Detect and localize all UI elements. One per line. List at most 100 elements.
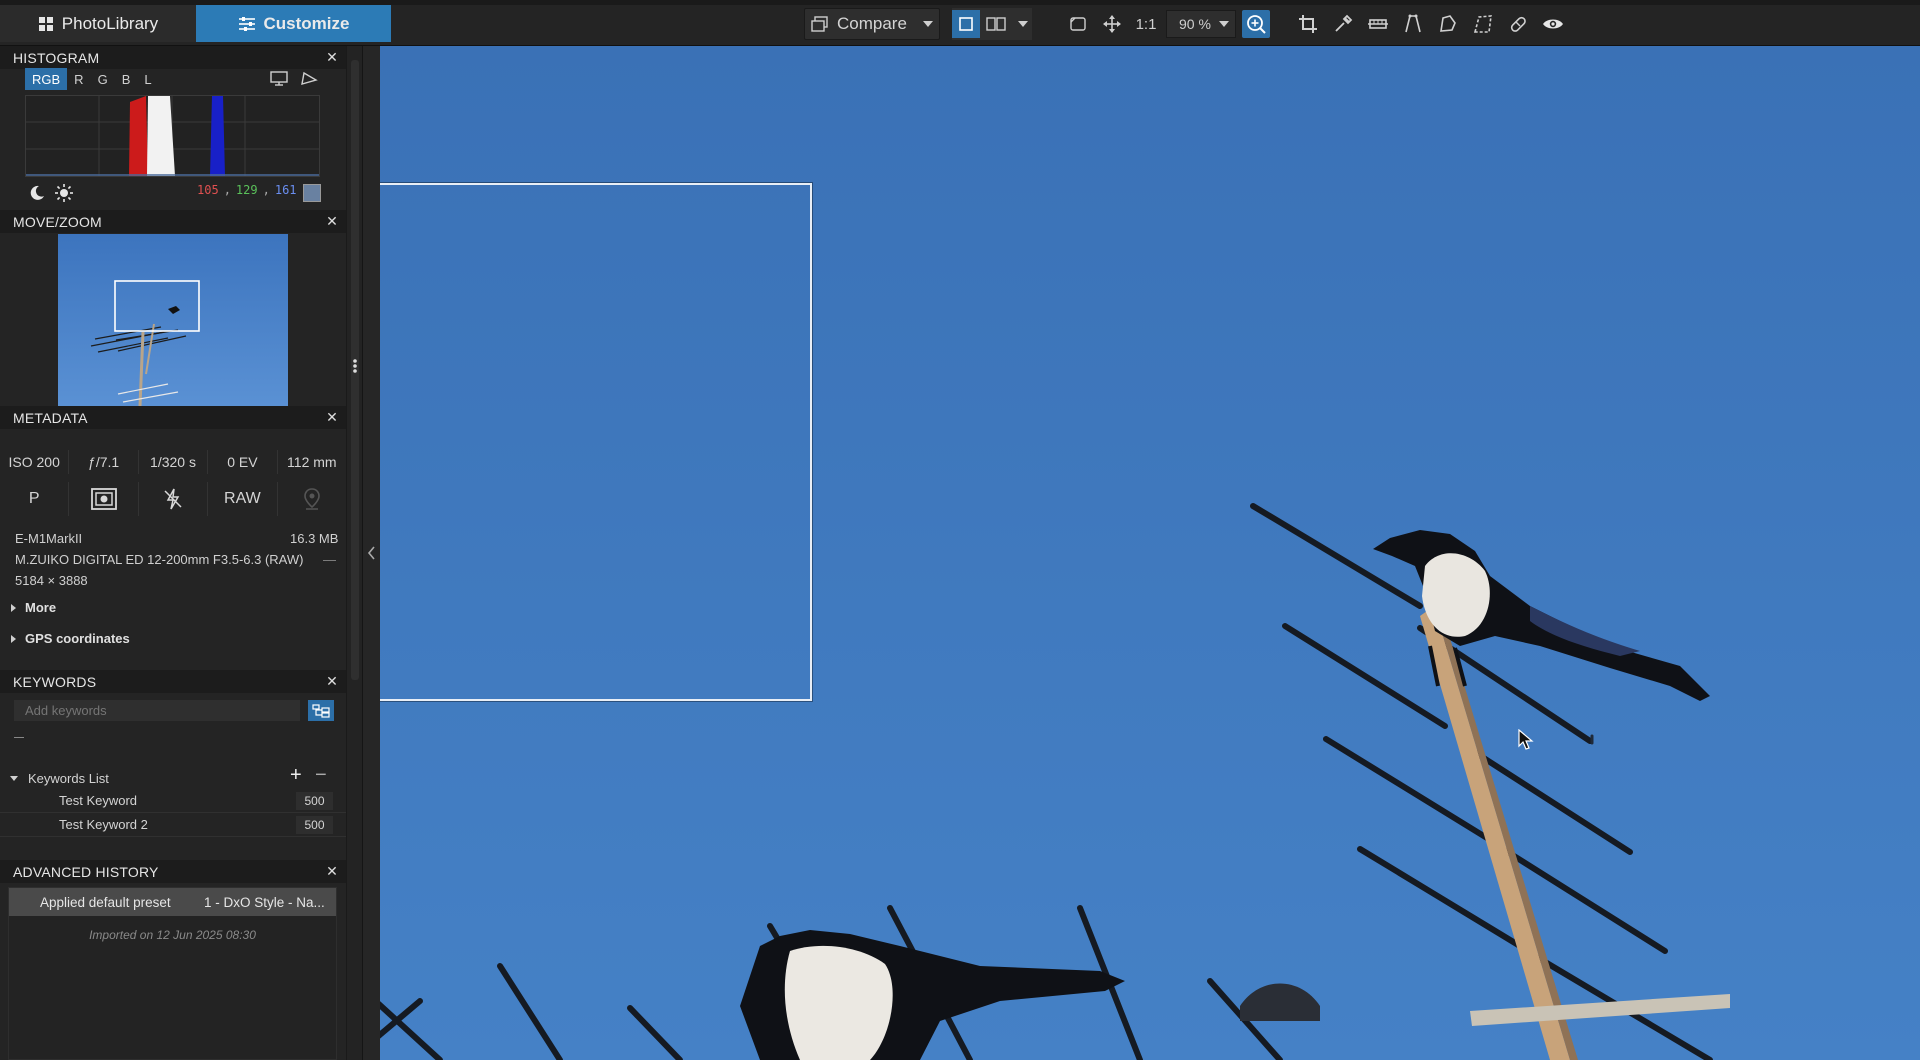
crop-tool-button[interactable] <box>1294 10 1322 38</box>
image-viewer[interactable] <box>380 46 1920 1060</box>
zoom-tool-button[interactable] <box>1242 10 1270 38</box>
shutter-value: 1/320 s <box>139 450 209 474</box>
perspective-tool-button[interactable] <box>1399 10 1427 38</box>
gamut-icon[interactable] <box>300 71 318 86</box>
one-to-one-button[interactable]: 1:1 <box>1132 10 1160 38</box>
histogram-footer: 105, 129, 161 <box>25 183 323 203</box>
tab-customize-label: Customize <box>263 13 350 33</box>
history-action: Applied default preset <box>40 894 171 910</box>
exposure-info-row: ISO 200 ƒ/7.1 1/320 s 0 EV 112 mm <box>0 450 346 474</box>
channel-tab-g[interactable]: G <box>91 68 115 90</box>
keyword-tree-icon <box>312 703 330 718</box>
tab-photolibrary[interactable]: PhotoLibrary <box>0 5 196 42</box>
history-close-icon[interactable]: ✕ <box>326 863 338 880</box>
metadata-title: METADATA <box>13 409 88 426</box>
view-dropdown-icon[interactable] <box>1018 21 1028 27</box>
chevron-left-icon[interactable] <box>367 546 377 560</box>
exposure-comp-value: 0 EV <box>208 450 278 474</box>
keyword-count: 500 <box>296 792 333 810</box>
fit-screen-button[interactable] <box>1064 10 1092 38</box>
location-pin-icon <box>278 482 346 516</box>
shadow-clipping-icon[interactable] <box>29 185 45 201</box>
more-expander[interactable]: More <box>11 600 56 615</box>
preview-toggle-button[interactable] <box>1539 10 1567 38</box>
zoom-region-rectangle[interactable] <box>380 183 812 701</box>
repair-tool-button[interactable] <box>1504 10 1532 38</box>
gps-label: GPS coordinates <box>25 631 130 646</box>
single-view-icon <box>959 17 973 31</box>
local-adjustments-button[interactable] <box>1434 10 1462 38</box>
split-view-button[interactable] <box>982 10 1010 38</box>
history-item[interactable]: Applied default preset 1 - DxO Style - N… <box>9 888 336 916</box>
keyword-count: 500 <box>296 816 333 834</box>
edit-tools <box>1294 8 1567 40</box>
channel-tab-r[interactable]: R <box>67 68 90 90</box>
history-header[interactable]: ADVANCED HISTORY ✕ <box>0 860 346 883</box>
channel-tab-rgb[interactable]: RGB <box>25 68 68 90</box>
history-imported-note: Imported on 12 Jun 2025 08:30 <box>89 928 256 942</box>
metadata-header[interactable]: METADATA ✕ <box>0 406 346 429</box>
compare-button[interactable]: Compare <box>804 8 940 40</box>
flash-off-icon <box>139 482 209 516</box>
histogram-options <box>270 71 318 86</box>
navigator-image <box>58 234 288 406</box>
keywords-list-header[interactable]: Keywords List <box>10 768 336 788</box>
zoom-select[interactable]: 90 % <box>1166 10 1236 38</box>
lens-extra: — <box>323 552 336 567</box>
keyword-tree-button[interactable] <box>308 700 334 721</box>
camera-model: E-M1MarkII <box>15 531 83 546</box>
single-view-button[interactable] <box>952 10 980 38</box>
tab-photolibrary-label: PhotoLibrary <box>61 13 159 33</box>
image-dimensions: 5184 × 3888 <box>15 573 88 588</box>
keywords-close-icon[interactable]: ✕ <box>326 673 338 690</box>
keywords-empty-dash <box>14 737 24 738</box>
iso-value: ISO 200 <box>0 450 70 474</box>
movezoom-close-icon[interactable]: ✕ <box>326 213 338 230</box>
rgb-readout: 105, 129, 161 <box>197 183 297 197</box>
horizon-tool-button[interactable] <box>1364 10 1392 38</box>
histogram-close-icon[interactable]: ✕ <box>326 49 338 66</box>
navigator-thumbnail[interactable] <box>58 234 288 406</box>
histogram-header[interactable]: HISTOGRAM ✕ <box>0 46 346 69</box>
aperture-value: ƒ/7.1 <box>69 450 139 474</box>
more-label: More <box>25 600 57 615</box>
highlight-clipping-icon[interactable] <box>55 184 73 202</box>
eyedropper-icon <box>1335 14 1353 32</box>
history-list: Applied default preset 1 - DxO Style - N… <box>8 887 337 1060</box>
zoom-in-icon <box>1247 15 1266 34</box>
graduated-filter-button[interactable] <box>1469 10 1497 38</box>
left-panel-scrollbar[interactable] <box>346 46 362 1060</box>
compare-dropdown-icon[interactable] <box>922 21 933 27</box>
white-balance-picker-button[interactable] <box>1329 10 1357 38</box>
monitor-icon[interactable] <box>270 71 288 86</box>
eye-icon <box>1543 19 1563 29</box>
horizon-icon <box>1368 19 1388 29</box>
mouse-cursor-icon <box>1518 729 1534 750</box>
gps-expander[interactable]: GPS coordinates <box>11 631 130 646</box>
add-keywords-input[interactable] <box>14 700 300 721</box>
movezoom-header[interactable]: MOVE/ZOOM ✕ <box>0 210 346 233</box>
fit-screen-icon <box>1070 17 1086 31</box>
panel-collapse-strip[interactable] <box>362 46 380 1060</box>
channel-tab-b[interactable]: B <box>115 68 138 90</box>
remove-keyword-icon[interactable]: − <box>315 764 327 787</box>
view-tools: 1:1 90 % <box>1064 8 1270 40</box>
bandage-icon <box>1510 16 1526 32</box>
metering-icon <box>69 482 139 516</box>
tab-customize[interactable]: Customize <box>196 5 391 42</box>
panel-menu-icon[interactable] <box>352 358 358 374</box>
expand-more-icon <box>11 603 16 612</box>
view-mode-group <box>952 8 1032 40</box>
keyword-row[interactable]: Test Keyword 2 500 <box>0 813 346 837</box>
exposure-mode-value: P <box>0 482 70 516</box>
channel-tab-l[interactable]: L <box>137 68 158 90</box>
grid-icon <box>38 16 53 31</box>
pan-button[interactable] <box>1098 10 1126 38</box>
keywords-header[interactable]: KEYWORDS ✕ <box>0 670 346 693</box>
compare-icon <box>811 16 828 32</box>
keyword-row[interactable]: Test Keyword 500 <box>0 789 346 813</box>
metadata-close-icon[interactable]: ✕ <box>326 409 338 426</box>
file-size: 16.3 MB <box>290 531 339 546</box>
collapse-keywords-icon <box>10 775 18 781</box>
add-keyword-icon[interactable]: + <box>290 764 302 787</box>
